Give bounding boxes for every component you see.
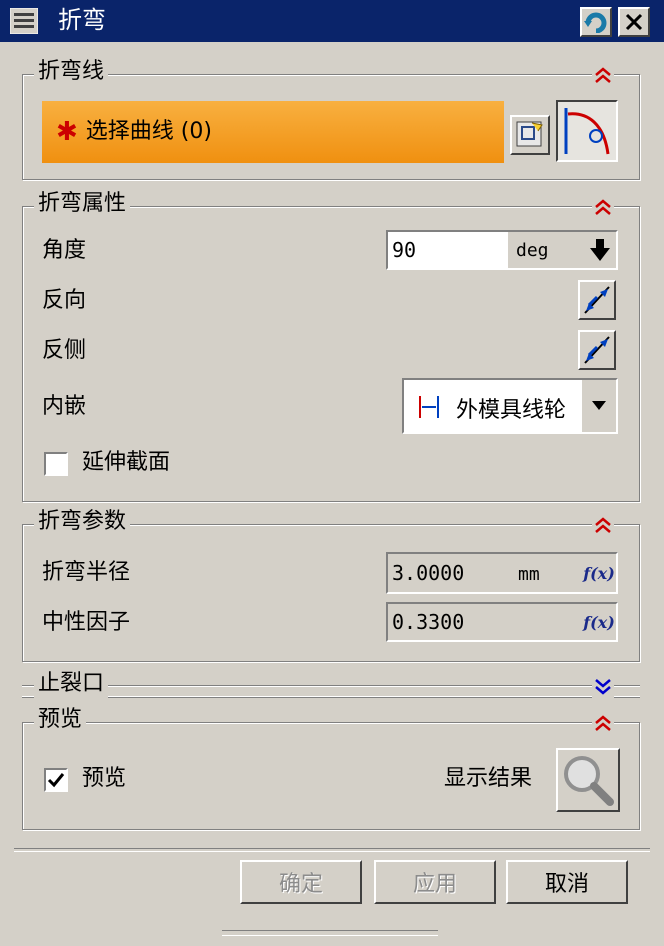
collapse-preview-icon[interactable] (592, 712, 614, 734)
collapse-bend-parameters-icon[interactable] (592, 514, 614, 536)
collapse-bend-line-icon[interactable] (592, 64, 614, 86)
neutral-factor-value: 0.3300 (392, 610, 465, 634)
cancel-button[interactable]: 取消 (506, 860, 628, 904)
bend-properties-group-label: 折弯属性 (34, 190, 131, 218)
select-curve-field[interactable]: ✱ 选择曲线 (0) (42, 101, 504, 163)
close-icon (625, 13, 643, 31)
reverse-side-button[interactable] (578, 330, 616, 370)
mold-line-icon (419, 396, 439, 418)
curve-rule-button[interactable] (556, 100, 618, 162)
preview-checkbox[interactable] (44, 768, 68, 792)
reverse-side-icon (584, 336, 610, 364)
select-curve-label: 选择曲线 (0) (85, 119, 212, 144)
show-result-label: 显示结果 (444, 766, 533, 791)
magnifier-icon (564, 756, 614, 806)
angle-label: 角度 (42, 238, 87, 263)
relief-group (22, 685, 640, 697)
close-button[interactable] (618, 7, 650, 37)
window-title: 折弯 (58, 6, 106, 34)
extend-section-label: 延伸截面 (82, 450, 171, 475)
extend-section-checkbox[interactable] (44, 452, 68, 476)
bottom-separator (14, 848, 650, 852)
inset-value: 外模具线轮 (456, 398, 567, 423)
chevron-down-icon (592, 401, 606, 410)
neutral-factor-label: 中性因子 (42, 610, 131, 635)
reverse-side-label: 反侧 (42, 338, 87, 363)
checkmark-icon (47, 773, 65, 788)
arrow-down-icon (590, 239, 610, 261)
show-result-button[interactable] (556, 748, 620, 812)
inset-dropdown-button[interactable] (580, 380, 616, 432)
expand-relief-icon[interactable] (592, 676, 614, 698)
ok-button[interactable]: 确定 (240, 860, 362, 904)
preview-group-label: 预览 (34, 706, 87, 734)
reverse-direction-button[interactable] (578, 280, 616, 320)
bend-parameters-group-label: 折弯参数 (34, 508, 131, 536)
reset-arrow-icon (584, 12, 607, 33)
sketch-icon (516, 121, 543, 147)
resize-grip[interactable] (222, 930, 438, 936)
neutral-formula-button[interactable]: f(x) (582, 604, 616, 640)
collapse-bend-properties-icon[interactable] (592, 196, 614, 218)
bend-radius-input[interactable]: 3.0000 mm f(x) (386, 552, 618, 594)
angle-value: 90 (392, 238, 417, 262)
inset-select[interactable]: 外模具线轮 (402, 378, 618, 434)
angle-unit: deg (516, 240, 549, 261)
angle-input[interactable]: 90 deg (386, 230, 618, 270)
required-asterisk-icon: ✱ (56, 117, 78, 147)
reverse-direction-label: 反向 (42, 288, 87, 313)
neutral-factor-input[interactable]: 0.3300 f(x) (386, 602, 618, 642)
relief-group-label[interactable]: 止裂口 (34, 670, 109, 698)
apply-button[interactable]: 应用 (374, 860, 496, 904)
window-menu-icon[interactable] (9, 7, 39, 35)
curve-icon (564, 108, 610, 155)
reverse-direction-icon (584, 286, 610, 314)
bend-radius-unit: mm (518, 564, 540, 585)
bend-radius-label: 折弯半径 (42, 560, 131, 585)
angle-dropdown-button[interactable] (584, 232, 616, 268)
preview-label: 预览 (82, 766, 127, 791)
sketch-section-button[interactable] (510, 115, 550, 155)
inset-label: 内嵌 (42, 394, 87, 419)
bend-line-group-label: 折弯线 (34, 58, 109, 86)
radius-formula-button[interactable]: f(x) (582, 554, 616, 592)
bend-radius-value: 3.0000 (392, 561, 465, 585)
reset-button[interactable] (580, 7, 612, 37)
